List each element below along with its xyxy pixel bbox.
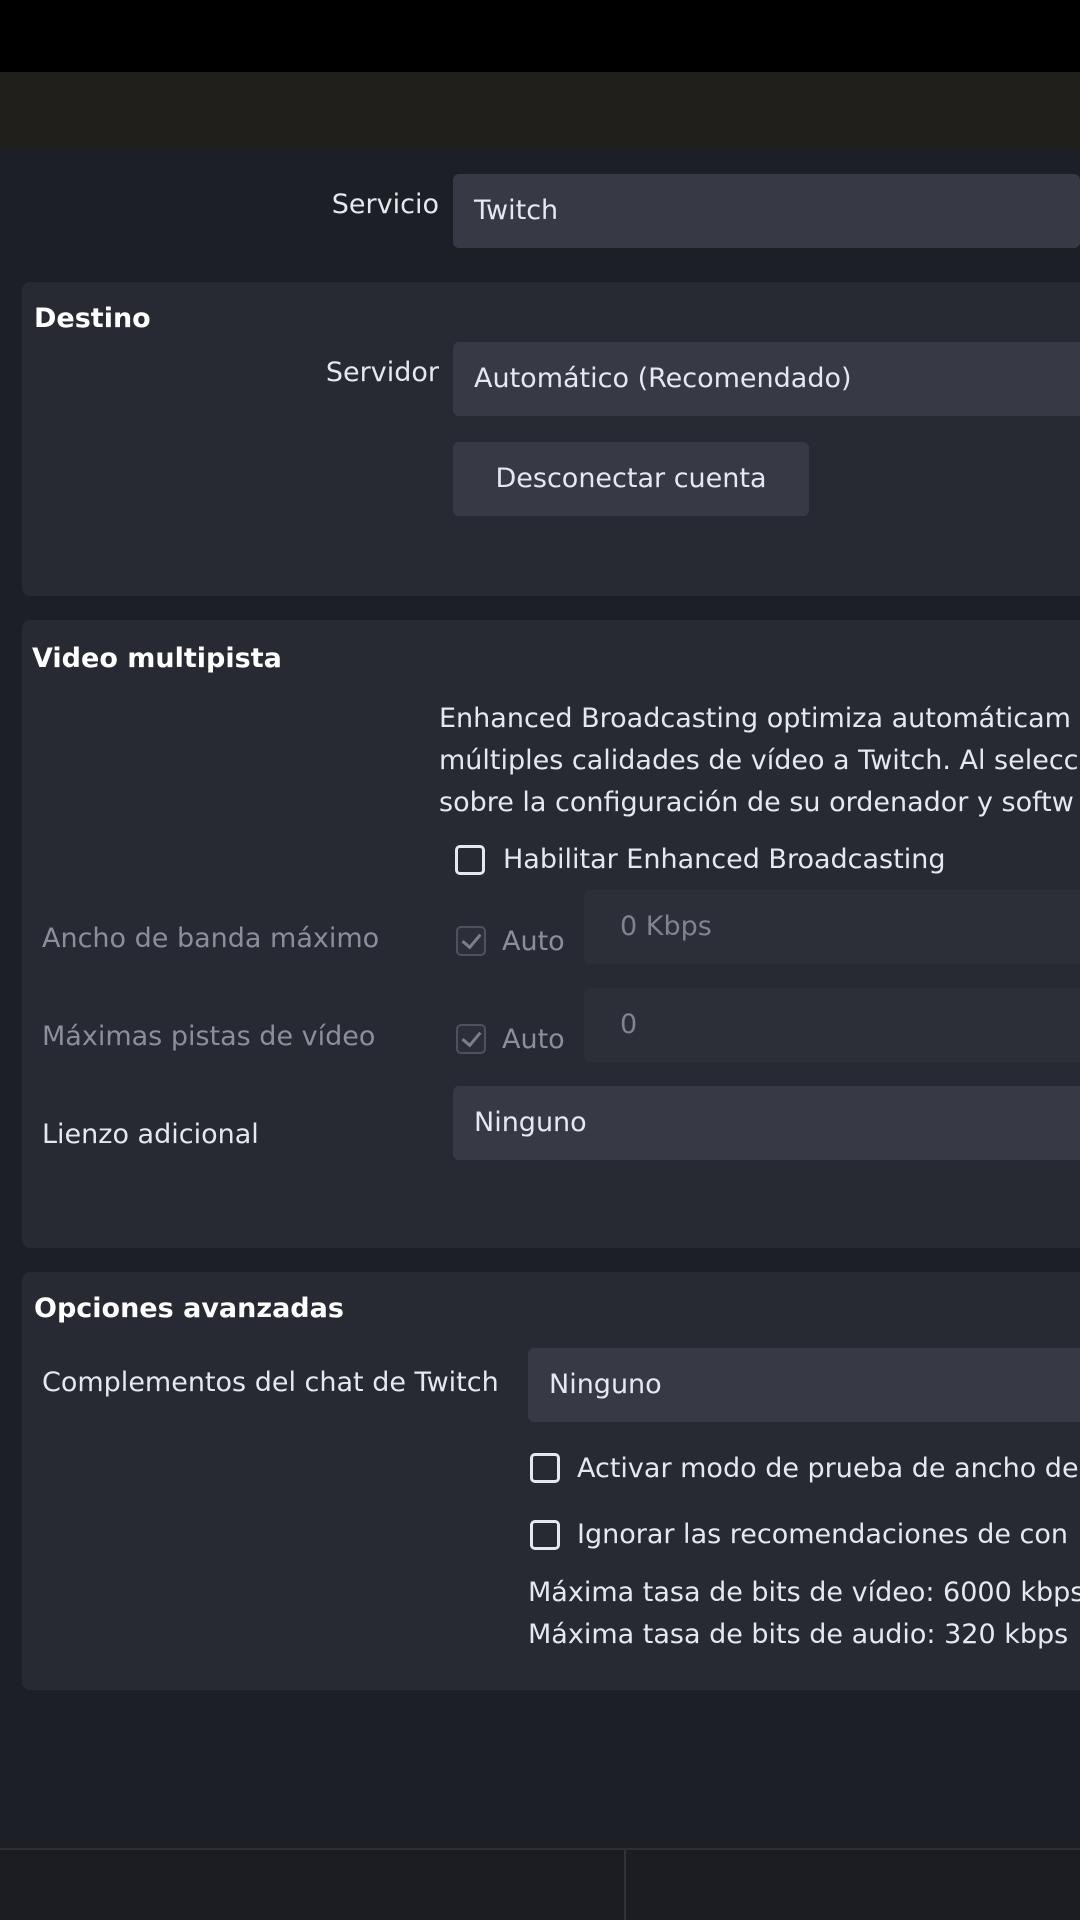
max-audio-bitrate-text: Máxima tasa de bits de audio: 320 kbps [528,1619,1069,1650]
multitrack-description-line-2: múltiples calidades de vídeo a Twitch. A… [439,745,1079,776]
advanced-options-title: Opciones avanzadas [34,1293,344,1324]
max-bandwidth-label: Ancho de banda máximo [42,923,380,954]
footer-bar [0,1848,1080,1920]
enable-enhanced-broadcasting-label: Habilitar Enhanced Broadcasting [503,844,946,875]
chat-addons-label: Complementos del chat de Twitch [42,1367,499,1398]
destination-title: Destino [34,303,151,334]
ignore-recommendations-checkbox[interactable] [530,1520,560,1550]
top-bar [0,0,1080,72]
max-video-tracks-auto-checkbox[interactable] [456,1024,486,1054]
ignore-recommendations-label: Ignorar las recomendaciones de con [577,1519,1068,1550]
server-label: Servidor [325,357,439,388]
settings-content: Servicio Twitch Destino Servidor Automát… [0,148,1080,1848]
multitrack-group: Video multipista Enhanced Broadcasting o… [22,620,1080,1248]
service-select[interactable]: Twitch [453,174,1080,248]
multitrack-description-line-1: Enhanced Broadcasting optimiza automátic… [439,703,1071,734]
destination-group: Destino Servidor Automático (Recomendado… [22,282,1080,596]
additional-canvas-label: Lienzo adicional [42,1119,259,1150]
max-video-bitrate-text: Máxima tasa de bits de vídeo: 6000 kbps [528,1577,1080,1608]
stream-settings-window: Servicio Twitch Destino Servidor Automát… [0,0,1080,1920]
max-bandwidth-auto-label: Auto [502,926,565,957]
disconnect-account-button[interactable]: Desconectar cuenta [453,442,809,516]
multitrack-title: Video multipista [32,643,282,674]
advanced-options-group: Opciones avanzadas Complementos del chat… [22,1272,1080,1690]
server-select[interactable]: Automático (Recomendado) [453,342,1080,416]
chat-addons-select[interactable]: Ninguno [528,1348,1080,1422]
max-video-tracks-input[interactable]: 0 [584,988,1080,1062]
bandwidth-test-checkbox[interactable] [530,1453,560,1483]
additional-canvas-select[interactable]: Ninguno [453,1086,1080,1160]
title-bar [0,72,1080,149]
max-video-tracks-label: Máximas pistas de vídeo [42,1021,376,1052]
footer-divider [624,1850,626,1920]
max-video-tracks-auto-label: Auto [502,1024,565,1055]
multitrack-description-line-3: sobre la configuración de su ordenador y… [439,787,1074,818]
service-label: Servicio [331,189,439,220]
enable-enhanced-broadcasting-checkbox[interactable] [455,845,485,875]
max-bandwidth-input[interactable]: 0 Kbps [584,890,1080,964]
max-bandwidth-auto-checkbox[interactable] [456,926,486,956]
bandwidth-test-label: Activar modo de prueba de ancho de [577,1453,1079,1484]
